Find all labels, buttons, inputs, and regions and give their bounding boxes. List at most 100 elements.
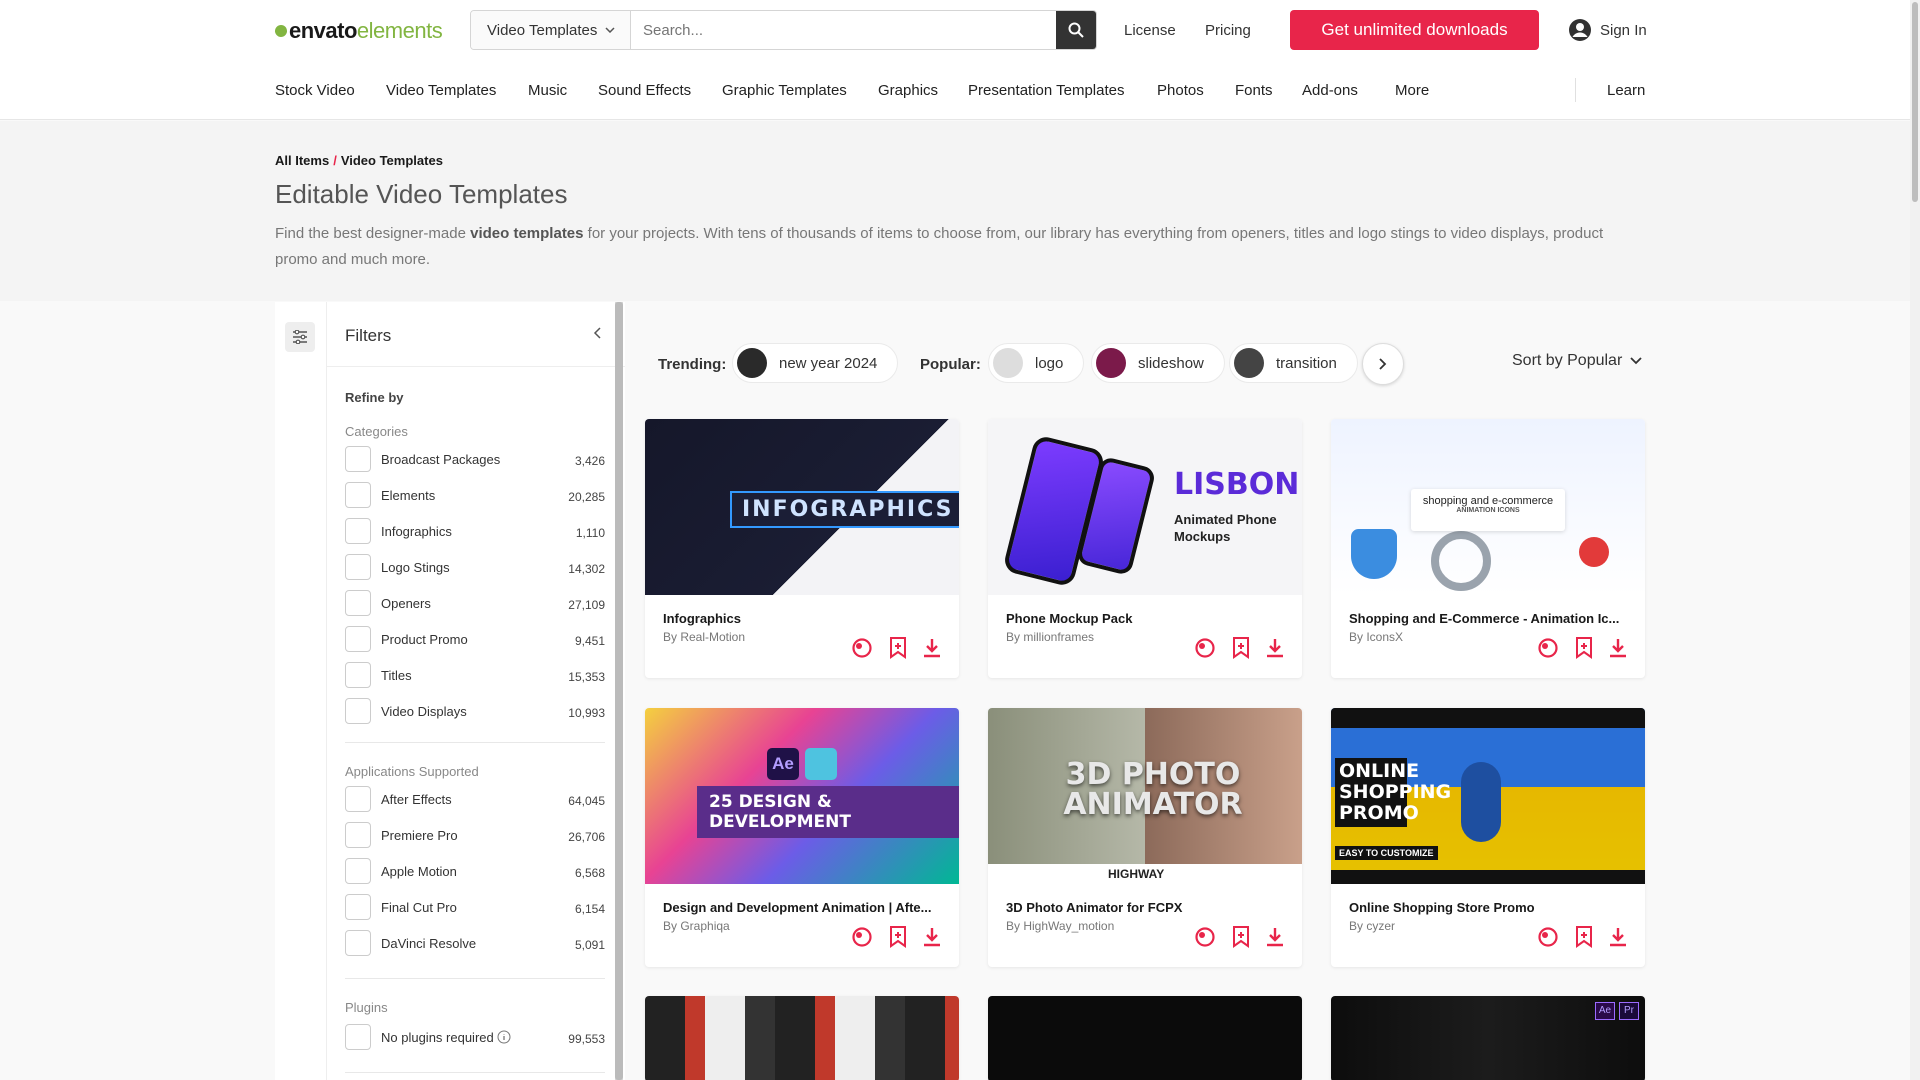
bookmark-icon[interactable] (1574, 926, 1594, 948)
nav-graphics[interactable]: Graphics (878, 82, 938, 99)
filter-row-broadcast-packages[interactable]: Broadcast Packages 3,426 (345, 446, 605, 472)
bookmark-icon[interactable] (888, 637, 908, 659)
sign-in-button[interactable]: Sign In (1568, 18, 1647, 42)
page-scrollbar[interactable] (1910, 0, 1920, 1080)
item-card[interactable] (988, 996, 1302, 1080)
download-icon[interactable] (922, 926, 942, 948)
download-icon[interactable] (1265, 637, 1285, 659)
nav-learn[interactable]: Learn (1607, 82, 1645, 99)
filters-scrollbar[interactable] (615, 302, 623, 1080)
nav-music[interactable]: Music (528, 82, 567, 99)
item-title[interactable]: Infographics (663, 611, 933, 626)
chip-slideshow[interactable]: slideshow (1091, 343, 1225, 383)
item-thumbnail[interactable]: Ae 25 DESIGN & DEVELOPMENT (645, 708, 959, 884)
pricing-link[interactable]: Pricing (1205, 22, 1251, 39)
chip-logo[interactable]: logo (988, 343, 1085, 383)
checkbox[interactable] (345, 518, 371, 544)
filter-row-davinci-resolve[interactable]: DaVinci Resolve 5,091 (345, 930, 605, 956)
item-author[interactable]: By millionframes (1006, 630, 1094, 644)
item-author[interactable]: By Real-Motion (663, 630, 745, 644)
project-icon[interactable] (1193, 925, 1217, 949)
checkbox[interactable] (345, 626, 371, 652)
envato-logo[interactable]: envato elements (273, 18, 443, 44)
chip-new-year-2024[interactable]: new year 2024 (732, 343, 899, 383)
filters-scrollbar-thumb[interactable] (615, 302, 623, 1080)
checkbox[interactable] (345, 662, 371, 688)
page-scrollbar-thumb[interactable] (1912, 2, 1918, 202)
filter-row-no-plugins-required[interactable]: No plugins required 99,553 (345, 1024, 605, 1050)
download-icon[interactable] (1608, 926, 1628, 948)
license-link[interactable]: License (1124, 22, 1176, 39)
info-icon[interactable] (497, 1030, 511, 1044)
nav-presentation-templates[interactable]: Presentation Templates (968, 82, 1124, 99)
nav-graphic-templates[interactable]: Graphic Templates (722, 82, 847, 99)
download-icon[interactable] (922, 637, 942, 659)
filter-row-logo-stings[interactable]: Logo Stings 14,302 (345, 554, 605, 580)
category-select[interactable]: Video Templates (471, 11, 631, 49)
checkbox[interactable] (345, 698, 371, 724)
download-icon[interactable] (1608, 637, 1628, 659)
filter-row-elements[interactable]: Elements 20,285 (345, 482, 605, 508)
item-thumbnail[interactable] (988, 996, 1302, 1080)
breadcrumb-all-items[interactable]: All Items (275, 153, 329, 168)
item-card[interactable] (645, 996, 959, 1080)
nav-fonts[interactable]: Fonts (1235, 82, 1273, 99)
item-card[interactable]: ONLINE SHOPPING PROMO EASY TO CUSTOMIZE … (1331, 708, 1645, 967)
project-icon[interactable] (850, 636, 874, 660)
checkbox[interactable] (345, 930, 371, 956)
project-icon[interactable] (1536, 636, 1560, 660)
filter-row-premiere-pro[interactable]: Premiere Pro 26,706 (345, 822, 605, 848)
filter-row-openers[interactable]: Openers 27,109 (345, 590, 605, 616)
filter-row-infographics[interactable]: Infographics 1,110 (345, 518, 605, 544)
item-card[interactable]: shopping and e-commerce ANIMATION ICONS … (1331, 419, 1645, 678)
project-icon[interactable] (1193, 636, 1217, 660)
project-icon[interactable] (1536, 925, 1560, 949)
item-thumbnail[interactable]: Ae Pr (1331, 996, 1645, 1080)
search-input[interactable] (631, 11, 1056, 49)
bookmark-icon[interactable] (1231, 926, 1251, 948)
checkbox[interactable] (345, 482, 371, 508)
get-unlimited-downloads-button[interactable]: Get unlimited downloads (1290, 10, 1539, 50)
filter-row-apple-motion[interactable]: Apple Motion 6,568 (345, 858, 605, 884)
item-title[interactable]: 3D Photo Animator for FCPX (1006, 900, 1276, 915)
nav-sound-effects[interactable]: Sound Effects (598, 82, 691, 99)
item-thumbnail[interactable]: 3D PHOTO ANIMATOR HIGHWAY (988, 708, 1302, 884)
checkbox[interactable] (345, 1024, 371, 1050)
item-title[interactable]: Shopping and E-Commerce - Animation Ic..… (1349, 611, 1619, 626)
item-card[interactable]: Ae Pr (1331, 996, 1645, 1080)
nav-stock-video[interactable]: Stock Video (275, 82, 355, 99)
search-button[interactable] (1056, 11, 1096, 49)
bookmark-icon[interactable] (888, 926, 908, 948)
item-card[interactable]: Ae 25 DESIGN & DEVELOPMENT Design and De… (645, 708, 959, 967)
nav-add-ons[interactable]: Add-ons (1302, 82, 1358, 99)
nav-photos[interactable]: Photos (1157, 82, 1204, 99)
checkbox[interactable] (345, 858, 371, 884)
item-thumbnail[interactable] (645, 996, 959, 1080)
checkbox[interactable] (345, 590, 371, 616)
breadcrumb-current[interactable]: Video Templates (341, 153, 443, 168)
project-icon[interactable] (850, 925, 874, 949)
item-title[interactable]: Design and Development Animation | Afte.… (663, 900, 933, 915)
item-card[interactable]: 3D PHOTO ANIMATOR HIGHWAY 3D Photo Anima… (988, 708, 1302, 967)
item-card[interactable]: INFOGRAPHICS Infographics By Real-Motion (645, 419, 959, 678)
item-thumbnail[interactable]: shopping and e-commerce ANIMATION ICONS (1331, 419, 1645, 595)
chip-transition[interactable]: transition (1229, 343, 1358, 383)
item-thumbnail[interactable]: LISBON Animated Phone Mockups (988, 419, 1302, 595)
item-author[interactable]: By cyzer (1349, 919, 1395, 933)
sort-dropdown[interactable]: Sort by Popular (1512, 352, 1642, 370)
item-card[interactable]: LISBON Animated Phone Mockups Phone Mock… (988, 419, 1302, 678)
checkbox[interactable] (345, 786, 371, 812)
checkbox[interactable] (345, 446, 371, 472)
nav-video-templates[interactable]: Video Templates (386, 82, 496, 99)
item-author[interactable]: By HighWay_motion (1006, 919, 1114, 933)
item-author[interactable]: By IconsX (1349, 630, 1403, 644)
nav-more[interactable]: More (1395, 82, 1429, 99)
item-title[interactable]: Phone Mockup Pack (1006, 611, 1276, 626)
filter-row-video-displays[interactable]: Video Displays 10,993 (345, 698, 605, 724)
checkbox[interactable] (345, 554, 371, 580)
filter-row-after-effects[interactable]: After Effects 64,045 (345, 786, 605, 812)
bookmark-icon[interactable] (1574, 637, 1594, 659)
filter-row-titles[interactable]: Titles 15,353 (345, 662, 605, 688)
item-author[interactable]: By Graphiqa (663, 919, 730, 933)
checkbox[interactable] (345, 894, 371, 920)
